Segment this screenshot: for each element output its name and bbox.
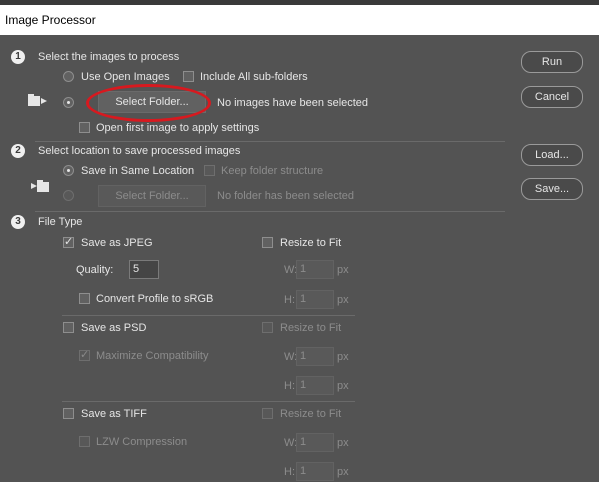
maximize-compatibility-label: Maximize Compatibility xyxy=(96,350,209,362)
tiff-height-label: H: xyxy=(284,466,295,478)
folder-save-icon xyxy=(31,180,49,192)
save-as-psd-checkbox[interactable] xyxy=(63,322,74,333)
destination-status-text: No folder has been selected xyxy=(217,190,354,202)
divider-psd xyxy=(62,401,355,402)
quality-input[interactable]: 5 xyxy=(129,260,159,279)
step-3-badge: 3 xyxy=(11,215,25,229)
tiff-width-input[interactable]: 1 xyxy=(296,433,334,452)
jpeg-resize-checkbox[interactable] xyxy=(262,237,273,248)
convert-srgb-checkbox[interactable] xyxy=(79,293,90,304)
title-bar: Image Processor xyxy=(0,5,599,35)
save-as-tiff-checkbox[interactable] xyxy=(63,408,74,419)
divider-jpeg xyxy=(62,315,355,316)
tiff-resize-label: Resize to Fit xyxy=(280,408,342,420)
divider-2 xyxy=(35,211,505,212)
save-as-psd-label: Save as PSD xyxy=(81,322,147,334)
jpeg-height-unit: px xyxy=(337,294,349,306)
lzw-compression-checkbox[interactable] xyxy=(79,436,90,447)
divider-1 xyxy=(35,141,505,142)
tiff-height-unit: px xyxy=(337,466,349,478)
save-settings-button[interactable]: Save... xyxy=(521,178,583,200)
use-open-images-radio[interactable] xyxy=(63,71,74,82)
section1-heading: Select the images to process xyxy=(38,51,180,63)
tiff-width-unit: px xyxy=(337,437,349,449)
jpeg-height-label: H: xyxy=(284,294,295,306)
jpeg-height-input[interactable]: 1 xyxy=(296,290,334,309)
convert-srgb-label: Convert Profile to sRGB xyxy=(96,293,214,305)
source-status-text: No images have been selected xyxy=(217,97,369,109)
open-first-image-label: Open first image to apply settings xyxy=(96,122,260,134)
keep-folder-structure-checkbox[interactable] xyxy=(204,165,215,176)
save-to-folder-radio[interactable] xyxy=(63,190,74,201)
psd-resize-label: Resize to Fit xyxy=(280,322,342,334)
use-open-images-label: Use Open Images xyxy=(81,71,170,83)
psd-width-input[interactable]: 1 xyxy=(296,347,334,366)
save-same-location-radio[interactable] xyxy=(63,165,74,176)
select-destination-folder-button[interactable]: Select Folder... xyxy=(98,185,206,207)
save-as-jpeg-label: Save as JPEG xyxy=(81,237,153,249)
psd-resize-checkbox[interactable] xyxy=(262,322,273,333)
psd-height-unit: px xyxy=(337,380,349,392)
select-folder-radio[interactable] xyxy=(63,97,74,108)
tiff-height-input[interactable]: 1 xyxy=(296,462,334,481)
folder-open-icon xyxy=(28,94,47,106)
load-button[interactable]: Load... xyxy=(521,144,583,166)
window-title: Image Processor xyxy=(5,13,96,27)
psd-width-unit: px xyxy=(337,351,349,363)
save-same-location-label: Save in Same Location xyxy=(81,165,195,177)
lzw-compression-label: LZW Compression xyxy=(96,436,188,448)
save-as-jpeg-checkbox[interactable] xyxy=(63,235,74,248)
step-1-badge: 1 xyxy=(11,50,25,64)
keep-folder-structure-label: Keep folder structure xyxy=(221,165,324,177)
section2-heading: Select location to save processed images xyxy=(38,145,241,157)
open-first-image-checkbox[interactable] xyxy=(79,122,90,133)
run-button[interactable]: Run xyxy=(521,51,583,73)
select-source-folder-button[interactable]: Select Folder... xyxy=(98,91,206,113)
quality-label: Quality: xyxy=(76,264,114,276)
section3-heading: File Type xyxy=(38,216,83,228)
save-as-tiff-label: Save as TIFF xyxy=(81,408,147,420)
psd-height-label: H: xyxy=(284,380,295,392)
cancel-button[interactable]: Cancel xyxy=(521,86,583,108)
tiff-resize-checkbox[interactable] xyxy=(262,408,273,419)
jpeg-resize-label: Resize to Fit xyxy=(280,237,342,249)
maximize-compatibility-checkbox[interactable] xyxy=(79,348,90,361)
jpeg-width-unit: px xyxy=(337,264,349,276)
include-subfolders-checkbox[interactable] xyxy=(183,71,194,82)
psd-height-input[interactable]: 1 xyxy=(296,376,334,395)
jpeg-width-input[interactable]: 1 xyxy=(296,260,334,279)
include-subfolders-label: Include All sub-folders xyxy=(200,71,308,83)
step-2-badge: 2 xyxy=(11,144,25,158)
